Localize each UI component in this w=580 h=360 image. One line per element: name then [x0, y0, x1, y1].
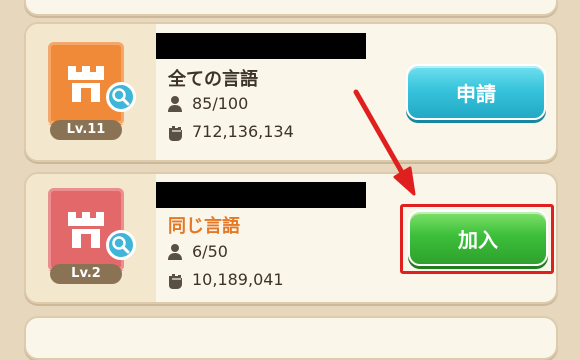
- person-icon: [168, 243, 182, 260]
- guild-emblem-area: Lv.11: [26, 24, 156, 160]
- join-button[interactable]: 加入: [408, 210, 548, 266]
- guild-power: 712,136,134: [192, 122, 294, 141]
- power-row: 10,189,041: [166, 270, 284, 289]
- magnifier-icon: [112, 236, 130, 254]
- person-icon: [168, 95, 182, 112]
- guild-power: 10,189,041: [192, 270, 284, 289]
- guild-emblem-area: Lv.2: [26, 174, 156, 302]
- guild-card-partial-bottom: [24, 316, 558, 360]
- guild-language: 全ての言語: [168, 69, 258, 90]
- inspect-guild-button[interactable]: [106, 230, 136, 260]
- member-count-row: 6/50: [166, 242, 228, 261]
- member-count: 85/100: [192, 94, 249, 113]
- magnifier-icon: [112, 88, 130, 106]
- power-row: 712,136,134: [166, 122, 294, 141]
- guild-card: Lv.11 全ての言語 85/100 712,136,134 申請: [24, 22, 558, 162]
- castle-icon: [68, 66, 104, 102]
- guild-card: Lv.2 同じ言語 6/50 10,189,041 加入: [24, 172, 558, 304]
- fist-icon: [169, 273, 182, 289]
- apply-button[interactable]: 申請: [406, 64, 546, 120]
- guild-name-redacted: [156, 33, 366, 59]
- castle-icon: [68, 212, 104, 248]
- guild-name-redacted: [156, 182, 366, 208]
- inspect-guild-button[interactable]: [106, 82, 136, 112]
- guild-card-partial-top: [24, 0, 558, 16]
- guild-level: Lv.2: [50, 264, 122, 284]
- guild-language: 同じ言語: [168, 216, 240, 237]
- guild-level: Lv.11: [50, 120, 122, 140]
- member-count: 6/50: [192, 242, 228, 261]
- member-count-row: 85/100: [166, 94, 248, 113]
- fist-icon: [169, 125, 182, 141]
